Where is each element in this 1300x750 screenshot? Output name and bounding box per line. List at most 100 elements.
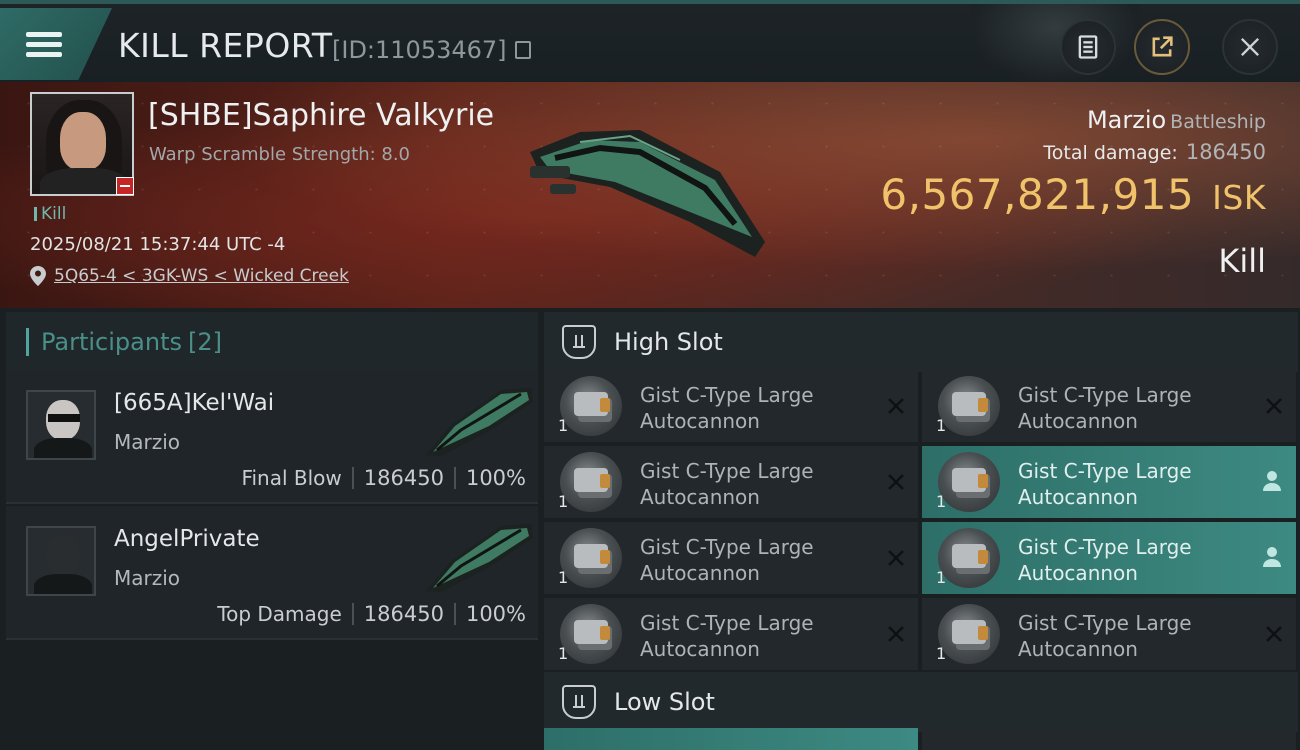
avatar[interactable] (26, 526, 96, 596)
kill-id: [ID:11053467] (332, 36, 531, 64)
module-quantity: 1 (936, 416, 947, 435)
module-item[interactable]: 1 Gist C-Type Large Autocannon (922, 598, 1296, 670)
participant-name[interactable]: [665A]Kel'Wai (114, 390, 274, 416)
autocannon-icon (560, 452, 622, 512)
clipboard-icon (1078, 35, 1098, 59)
location-pin-icon (30, 266, 46, 286)
close-button[interactable] (1222, 19, 1278, 75)
autocannon-icon (938, 452, 1000, 512)
module-item[interactable]: 1 Gist C-Type Large Autocannon (544, 446, 918, 518)
module-item[interactable]: 1 Gist C-Type Large Autocannon (544, 598, 918, 670)
low-slot-icon (562, 685, 596, 719)
module-item-partial[interactable] (544, 728, 918, 750)
clipboard-button[interactable] (1060, 19, 1116, 75)
participants-count: [2] (187, 328, 222, 356)
participant-stats: Final Blow 186450 100% (241, 466, 526, 490)
module-item[interactable]: 1 Gist C-Type Large Autocannon (922, 370, 1296, 442)
high-slot-label: High Slot (614, 328, 723, 356)
x-icon (888, 474, 904, 490)
kill-id-text: [ID:11053467] (332, 36, 507, 64)
participant-role: Top Damage (217, 602, 342, 626)
module-quantity: 1 (936, 568, 947, 587)
victim-name[interactable]: [SHBE]Saphire Valkyrie (148, 98, 494, 133)
participant-stats: Top Damage 186450 100% (217, 602, 526, 626)
module-item[interactable]: 1 Gist C-Type Large Autocannon (544, 522, 918, 594)
person-icon (1263, 547, 1281, 567)
module-name: Gist C-Type Large (640, 535, 814, 559)
autocannon-icon (560, 604, 622, 664)
module-name: Gist C-Type Large (640, 611, 814, 635)
module-name: Gist C-Type Large (640, 459, 814, 483)
x-icon (1266, 398, 1282, 414)
module-name: Gist C-Type Large (640, 383, 814, 407)
module-name: Gist C-Type Large (1018, 611, 1192, 635)
total-damage-label: Total damage: (1043, 142, 1178, 164)
participants-panel: Participants [2] [665A]Kel'Wai Marzio Fi… (0, 308, 542, 750)
high-slot-icon (562, 325, 596, 359)
top-bar: KILL REPORT [ID:11053467] (0, 0, 1300, 82)
location-link[interactable]: 5Q65-4 < 3GK-WS < Wicked Creek (54, 266, 349, 286)
module-name-line2: Autocannon (640, 561, 760, 585)
high-slot-header: High Slot (544, 312, 1298, 372)
x-icon (888, 626, 904, 642)
participant-damage: 186450 (363, 466, 444, 490)
victim-subtitle: Warp Scramble Strength: 8.0 (149, 144, 411, 165)
victim-ship-image (530, 130, 765, 257)
module-name: Gist C-Type Large (1018, 535, 1192, 559)
x-icon (888, 398, 904, 414)
module-quantity: 1 (558, 568, 569, 587)
module-name-line2: Autocannon (1018, 485, 1138, 509)
module-quantity: 1 (936, 644, 947, 663)
module-item[interactable]: 1 Gist C-Type Large Autocannon (922, 522, 1296, 594)
kill-result: Kill (1218, 242, 1266, 280)
destroyed-badge-icon (116, 177, 134, 195)
autocannon-icon (938, 376, 1000, 436)
avatar[interactable] (26, 390, 96, 460)
module-quantity: 1 (558, 644, 569, 663)
x-icon (1266, 626, 1282, 642)
module-item[interactable]: 1 Gist C-Type Large Autocannon (544, 370, 918, 442)
isk-value: 6,567,821,915 (880, 170, 1195, 219)
participants-label: Participants (41, 328, 182, 356)
module-name-line2: Autocannon (1018, 637, 1138, 661)
ship-info: Marzio Battleship Total damage: 186450 6,5… (880, 106, 1266, 219)
autocannon-icon (560, 376, 622, 436)
participant-damage: 186450 (363, 602, 444, 626)
module-name-line2: Autocannon (640, 409, 760, 433)
ship-name[interactable]: Marzio (1087, 106, 1166, 134)
participant-row[interactable]: [665A]Kel'Wai Marzio Final Blow 186450 1… (6, 370, 538, 504)
ship-class: Battleship (1170, 111, 1266, 133)
low-slot-label: Low Slot (614, 688, 715, 716)
module-name-line2: Autocannon (1018, 409, 1138, 433)
hamburger-icon (26, 27, 62, 62)
copy-icon[interactable] (514, 41, 531, 59)
participant-ship-image (426, 388, 533, 456)
participant-percent: 100% (465, 466, 526, 490)
page-title: KILL REPORT (118, 26, 333, 65)
kill-datetime: 2025/08/21 15:37:44 UTC -4 (30, 234, 286, 255)
participant-row[interactable]: AngelPrivate Marzio Top Damage 186450 10… (6, 506, 538, 640)
module-name-line2: Autocannon (640, 637, 760, 661)
participant-percent: 100% (465, 602, 526, 626)
participants-header: Participants [2] (6, 312, 538, 372)
participant-ship: Marzio (114, 430, 181, 454)
module-item[interactable]: 1 Gist C-Type Large Autocannon (922, 446, 1296, 518)
participant-ship: Marzio (114, 566, 181, 590)
menu-button[interactable] (0, 8, 112, 80)
module-quantity: 1 (558, 492, 569, 511)
share-button[interactable] (1134, 19, 1190, 75)
fitting-panel: High Slot 1 Gist C-Type Large Autocannon … (542, 308, 1300, 750)
module-quantity: 1 (936, 492, 947, 511)
participant-ship-image (426, 524, 533, 592)
kill-tag: Kill (34, 204, 66, 224)
person-icon (1263, 471, 1281, 491)
module-name-line2: Autocannon (1018, 561, 1138, 585)
kill-location[interactable]: 5Q65-4 < 3GK-WS < Wicked Creek (30, 266, 349, 286)
total-damage-value: 186450 (1185, 140, 1266, 164)
module-item-partial[interactable] (922, 728, 1296, 750)
autocannon-icon (938, 528, 1000, 588)
close-icon (1241, 38, 1259, 56)
participant-name[interactable]: AngelPrivate (114, 526, 260, 552)
module-name: Gist C-Type Large (1018, 459, 1192, 483)
autocannon-icon (938, 604, 1000, 664)
